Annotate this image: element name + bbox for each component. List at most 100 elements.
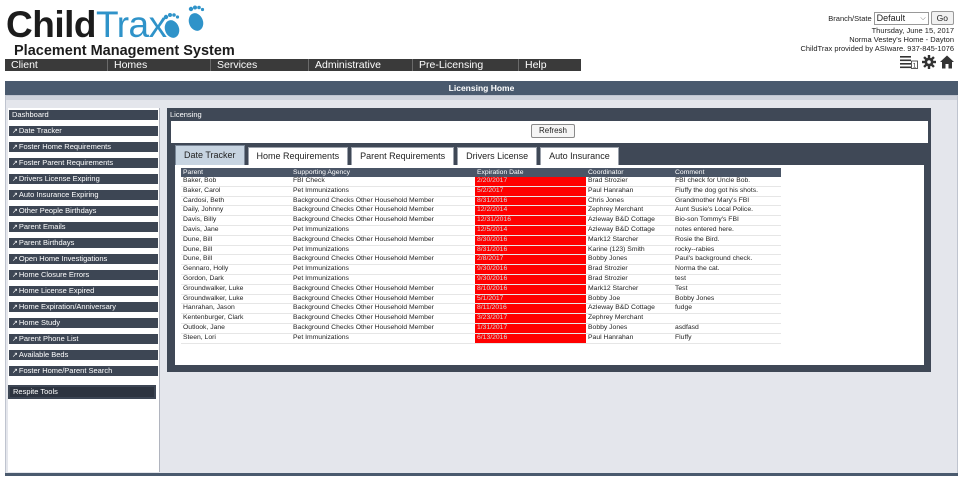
nav-services[interactable]: Services [211,59,309,71]
sidebar-item-home-study[interactable]: ↗Home Study [9,318,158,328]
column-header-coordinator[interactable]: Coordinator [586,168,673,177]
cell-supporting-agency: Pet Immunizations [291,274,475,285]
home-icon[interactable] [940,55,954,69]
table-row[interactable]: Groundwalker, Luke Background Checks Othe… [181,294,781,305]
column-header-comment[interactable]: Comment [673,168,781,177]
table-row[interactable]: Dune, Bill Background Checks Other Househ… [181,254,781,266]
cell-expiration-date: 12/31/2016 [475,215,586,226]
cell-coordinator: Zephrey Merchant [586,313,673,324]
table-row[interactable]: Baker, Bob FBI Check 2/20/2017 Brad Strozie… [181,177,781,187]
cell-supporting-agency: Pet Immunizations [291,245,475,256]
table-row[interactable]: Kentenburger, Clark Background Checks Oth… [181,313,781,324]
table-row[interactable]: Dune, Bill Background Checks Other Househ… [181,235,781,246]
sidebar-item-respite-tools[interactable]: Respite Tools [8,385,156,399]
cell-comment: Norma the cat. [673,264,781,275]
cell-comment: Aunt Susie's Local Police. [673,205,781,217]
app-root: ChildTrax Placement Management System Cl… [0,0,960,481]
cell-parent: Gennaro, Holly [181,264,291,275]
table-row[interactable]: Steen, Lori Pet Immunizations 6/13/2016 Pau… [181,333,781,344]
external-link-icon: ↗ [12,320,18,327]
cell-expiration-date: 2/20/2017 [475,177,586,187]
sidebar-item-auto-insurance-expiring[interactable]: ↗Auto Insurance Expiring [9,190,158,200]
cell-comment: Grandmother Mary's FBI [673,196,781,207]
sidebar-item-parent-birthdays[interactable]: ↗Parent Birthdays [9,238,158,248]
go-button[interactable]: Go [930,11,954,25]
cell-parent: Kentenburger, Clark [181,313,291,324]
toolbar-icons: 1 [800,55,954,69]
bottom-band [5,473,958,476]
nav-administrative[interactable]: Administrative [309,59,413,71]
cell-expiration-date: 5/2/2017 [475,186,586,197]
sidebar-item-other-people-birthdays[interactable]: ↗Other People Birthdays [9,206,158,216]
table-row[interactable]: Outlook, Jane Background Checks Other Hou… [181,323,781,334]
table-row[interactable]: Cardosi, Beth Background Checks Other Hou… [181,196,781,207]
external-link-icon: ↗ [12,368,18,375]
current-date: Thursday, June 15, 2017 [871,26,954,35]
sidebar-item-home-closure-errors[interactable]: ↗Home Closure Errors [9,270,158,280]
sidebar-item-home-expiration-anniversary[interactable]: ↗Home Expiration/Anniversary [9,302,158,312]
table-row[interactable]: Baker, Carol Pet Immunizations 5/2/2017 Pau… [181,186,781,197]
column-header-supporting-agency[interactable]: Supporting Agency [291,168,475,177]
main-nav: Client Homes Services Administrative Pre… [5,59,581,71]
gear-icon[interactable] [922,55,936,69]
table-row[interactable]: Gordon, Dark Pet Immunizations 9/30/2016 Br… [181,274,781,285]
cell-coordinator: Paul Hanrahan [586,333,673,344]
tab-auto-insurance[interactable]: Auto Insurance [540,147,619,165]
sidebar-item-dashboard[interactable]: Dashboard [9,110,158,120]
sidebar-item-home-license-expired[interactable]: ↗Home License Expired [9,286,158,296]
cell-supporting-agency: Background Checks Other Household Member [291,313,475,324]
cell-supporting-agency: Pet Immunizations [291,264,475,275]
cell-coordinator: Azleway B&D Cottage [586,303,673,315]
sidebar-item-drivers-license-expiring[interactable]: ↗Drivers License Expiring [9,174,158,184]
sidebar-item-foster-parent-requirements[interactable]: ↗Foster Parent Requirements [9,158,158,168]
sidebar-item-date-tracker[interactable]: ↗Date Tracker [9,126,158,136]
table-row[interactable]: Hanrahan, Jason Background Checks Other H… [181,303,781,315]
list-icon-badge: 1 [913,62,917,69]
cell-parent: Hanrahan, Jason [181,303,291,315]
column-header-parent[interactable]: Parent [181,168,291,177]
cell-parent: Groundwalker, Luke [181,294,291,305]
table-row[interactable]: Davis, Jane Pet Immunizations 12/5/2014 Azl… [181,225,781,236]
tab-drivers-license[interactable]: Drivers License [457,147,538,165]
cell-expiration-date: 5/1/2017 [475,294,586,305]
branch-select[interactable]: Default ⌵ [873,11,929,25]
table-row[interactable]: Groundwalker, Luke Background Checks Othe… [181,284,781,295]
cell-comment: fudge [673,303,781,315]
column-header-expiration-date[interactable]: Expiration Date [475,168,586,177]
table-row[interactable]: Davis, Billy Background Checks Other Hous… [181,215,781,226]
cell-supporting-agency: Pet Immunizations [291,333,475,344]
cell-comment: rocky--rabies [673,245,781,256]
table-body: Baker, Bob FBI Check 2/20/2017 Brad Strozie… [181,177,781,344]
tab-strip: Date Tracker Home Requirements Parent Re… [175,145,619,165]
nav-help[interactable]: Help [519,59,581,71]
sidebar-item-foster-home-requirements[interactable]: ↗Foster Home Requirements [9,142,158,152]
cell-coordinator: Brad Strozier [586,264,673,275]
table-row[interactable]: Daily, Johnny Background Checks Other Hou… [181,205,781,217]
table-row[interactable]: Dune, Bill Pet Immunizations 8/31/2016 Kari… [181,245,781,256]
nav-homes[interactable]: Homes [108,59,211,71]
cell-parent: Gordon, Dark [181,274,291,285]
cell-comment: Bobby Jones [673,294,781,305]
cell-supporting-agency: Background Checks Other Household Member [291,215,475,226]
tab-parent-requirements[interactable]: Parent Requirements [351,147,455,165]
nav-client[interactable]: Client [5,59,108,71]
tagline: Placement Management System [14,43,235,59]
sidebar-item-parent-phone-list[interactable]: ↗Parent Phone List [9,334,158,344]
user-info-panel: Branch/State Default ⌵ Go Thursday, June… [800,11,954,69]
cell-coordinator: Karine (123) Smith [586,245,673,256]
sidebar-item-parent-emails[interactable]: ↗Parent Emails [9,222,158,232]
cell-comment: test [673,274,781,285]
list-icon[interactable]: 1 [900,55,918,69]
sidebar-item-foster-home-parent-search[interactable]: ↗Foster Home/Parent Search [9,366,158,376]
cell-coordinator: Bobby Jones [586,254,673,266]
refresh-button[interactable]: Refresh [531,124,575,138]
cell-coordinator: Zephrey Merchant [586,205,673,217]
table-row[interactable]: Gennaro, Holly Pet Immunizations 9/30/2016… [181,264,781,275]
tab-date-tracker[interactable]: Date Tracker [175,145,245,165]
sidebar-item-available-beds[interactable]: ↗Available Beds [9,350,158,360]
cell-comment: notes entered here. [673,225,781,236]
sidebar-item-open-home-investigations[interactable]: ↗Open Home Investigations [9,254,158,264]
tab-home-requirements[interactable]: Home Requirements [247,147,349,165]
nav-pre-licensing[interactable]: Pre-Licensing [413,59,519,71]
cell-coordinator: Bobby Joe [586,294,673,305]
